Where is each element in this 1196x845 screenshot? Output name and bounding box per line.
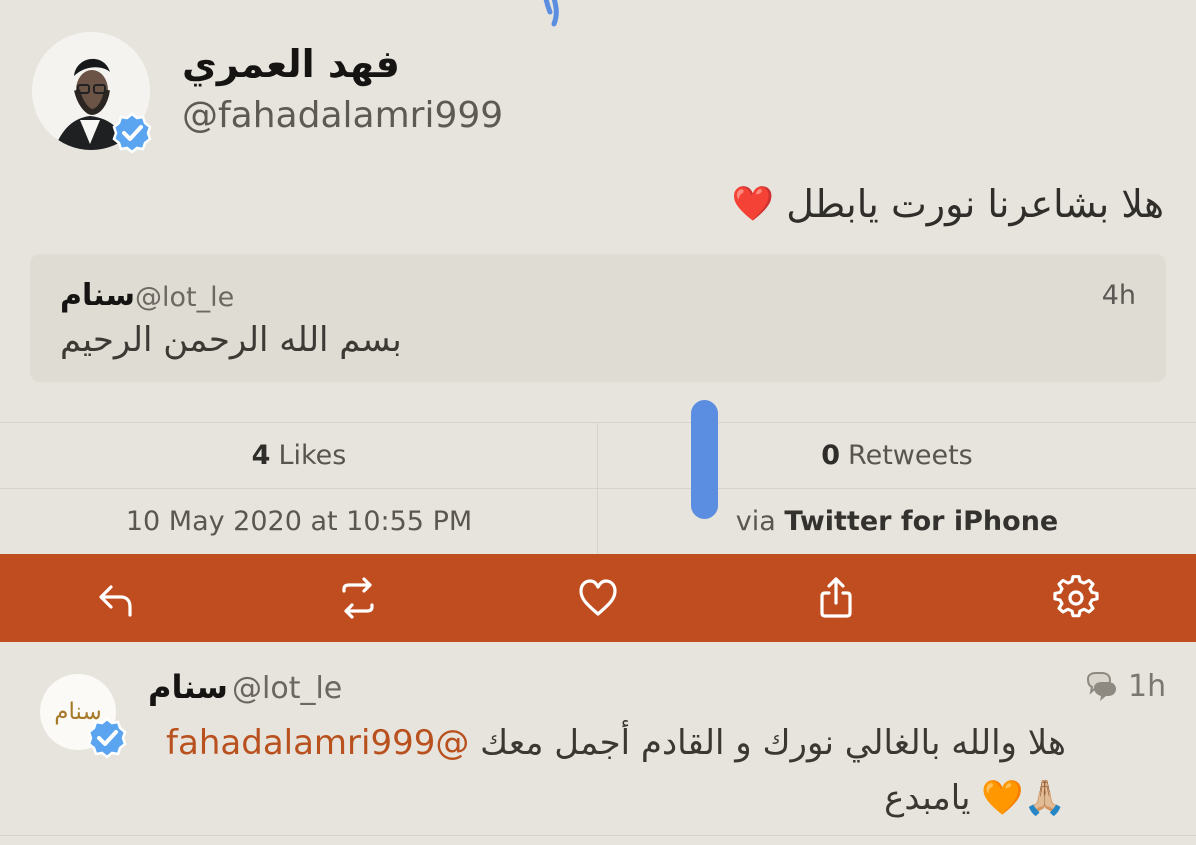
reply-message-line2: 🙏🏼🧡 يامبدع [884,778,1066,818]
tweet-message: هلا بشاعرنا نورت يابطل [786,182,1164,226]
quoted-author-name[interactable]: سنام [60,278,135,313]
author-handle[interactable]: @fahadalamri999 [182,95,503,136]
top-edge-decoration [543,0,559,27]
author-name[interactable]: فهد العمري [182,42,400,86]
source-label[interactable]: Twitter for iPhone [784,506,1058,537]
quoted-text: بسم الله الرحمن الرحيم [60,320,402,360]
heart-icon [579,579,617,616]
retweets-number: 0 [821,440,841,471]
retweets-label: Retweets [848,440,973,471]
reply-author-handle[interactable]: @lot_le [232,671,342,706]
tweet-action-bar [0,554,1196,642]
conversation-icon [1086,672,1116,701]
quoted-author-handle[interactable]: @lot_le [135,282,234,313]
reply-message: هلا والله بالغالي نورك و القادم أجمل معك [469,723,1066,763]
share-icon [820,577,852,618]
reply-button[interactable] [88,572,144,624]
mention-link[interactable]: @fahadalamri999 [166,723,469,763]
gear-icon [1053,575,1099,618]
likes-count[interactable]: 4 Likes [0,423,598,488]
reply-time: 1h [1128,669,1167,704]
via-label: via [735,506,776,537]
verified-badge-icon [87,717,127,759]
tweet-text: هلا بشاعرنا نورت يابطل ❤️ [732,182,1164,226]
verified-badge-icon [112,112,152,154]
share-button[interactable] [808,572,864,624]
retweets-count[interactable]: 0 Retweets [598,423,1196,488]
like-button[interactable] [570,572,626,624]
tweet-source[interactable]: via Twitter for iPhone [598,489,1196,554]
divider [0,835,1196,836]
reply-icon [99,585,132,617]
quoted-tweet-card[interactable]: سنام @lot_le 4h بسم الله الرحمن الرحيم [30,254,1166,382]
red-heart-emoji-icon: ❤️ [731,184,775,224]
likes-number: 4 [251,440,271,471]
quoted-time: 4h [1101,280,1136,311]
scroll-indicator[interactable] [691,400,718,519]
retweet-button[interactable] [330,572,386,624]
likes-label: Likes [278,440,347,471]
settings-button[interactable] [1048,572,1104,624]
tweet-timestamp: 10 May 2020 at 10:55 PM [125,506,473,537]
reply-author-name[interactable]: سنام [148,668,228,706]
reply-text: هلا والله بالغالي نورك و القادم أجمل معك… [146,716,1066,826]
retweet-icon [342,577,374,619]
